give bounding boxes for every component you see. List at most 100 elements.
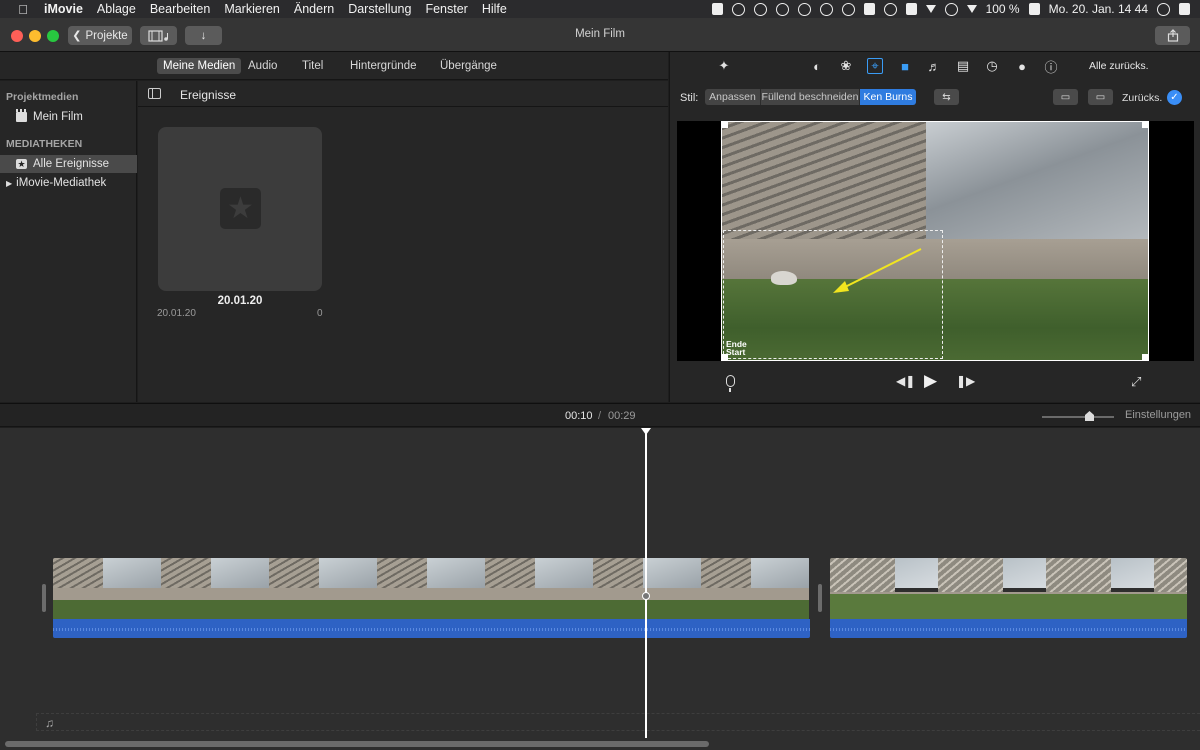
notification-center-icon[interactable] <box>1179 3 1190 15</box>
info-icon[interactable]: ⓘ <box>1043 58 1059 75</box>
play-icon[interactable]: ▶ <box>924 371 937 391</box>
music-note-icon: ♫ <box>45 716 54 730</box>
color-balance-icon[interactable]: ◐ <box>809 58 825 74</box>
timeline-zoom-slider[interactable] <box>1042 416 1114 418</box>
clip-frame <box>377 558 485 619</box>
style-crop-to-fill-button[interactable]: Füllend beschneiden <box>761 89 860 105</box>
zoom-slider-knob[interactable] <box>1085 411 1094 421</box>
time-machine-icon[interactable] <box>883 2 897 16</box>
tab-uebergaenge[interactable]: Übergänge <box>434 58 503 74</box>
end-frame-button[interactable]: ▭ <box>1088 89 1113 105</box>
magic-wand-icon[interactable]: ✦ <box>716 58 732 74</box>
sidebar-item-imovie-library[interactable]: ▶ iMovie-Mediathek <box>0 174 137 192</box>
clip-trim-handle-between[interactable] <box>818 584 822 612</box>
tab-audio[interactable]: Audio <box>242 58 283 74</box>
spotlight-icon[interactable] <box>1157 2 1170 16</box>
tab-meine-medien[interactable]: Meine Medien <box>157 58 242 74</box>
clip-frame <box>269 558 377 619</box>
video-clip-1[interactable] <box>53 558 810 638</box>
tab-titel[interactable]: Titel <box>296 58 329 74</box>
skip-back-icon[interactable]: ◀❚ <box>896 374 915 388</box>
clip-audio-waveform[interactable] <box>830 619 1187 638</box>
timeline-header: 00:10 / 00:29 Einstellungen <box>0 403 1200 427</box>
grid-status-icon[interactable] <box>711 3 723 15</box>
cloud-status-icon[interactable] <box>775 2 789 16</box>
wifi-icon[interactable] <box>966 5 977 13</box>
apple-menu-icon[interactable]:  <box>8 2 38 17</box>
total-duration: 00:29 <box>608 410 636 422</box>
clip-frame <box>830 558 938 619</box>
fullscreen-expand-icon[interactable]: ⤢ <box>1131 374 1141 390</box>
style-fit-button[interactable]: Anpassen <box>705 89 761 105</box>
menu-darstellung[interactable]: Darstellung <box>341 2 418 16</box>
microphone-icon[interactable] <box>726 375 735 392</box>
arch-status-icon[interactable] <box>841 2 855 16</box>
reset-button[interactable]: Zurücks. <box>1122 92 1162 104</box>
event-thumbnail[interactable]: ★ <box>158 127 322 291</box>
menu-hilfe[interactable]: Hilfe <box>475 2 514 16</box>
volume-icon[interactable]: ♬ <box>926 58 942 74</box>
airplay-icon[interactable] <box>905 3 917 15</box>
sidebar-item-all-events[interactable]: ★ Alle Ereignisse <box>0 155 137 173</box>
events-title: Ereignisse <box>180 88 237 102</box>
start-label: Start <box>726 347 746 357</box>
clip-frame <box>1046 558 1154 619</box>
sidebar-toggle-icon[interactable] <box>148 88 161 99</box>
frame-start-icon: ▭ <box>1060 91 1071 103</box>
menubar-clock[interactable]: Mo. 20. Jan. 14 44 <box>1049 2 1148 16</box>
bluetooth-icon[interactable] <box>944 2 958 16</box>
sidebar-item-mein-film[interactable]: Mein Film <box>0 108 137 126</box>
disclosure-triangle-icon[interactable]: ▶ <box>6 179 12 188</box>
video-preview[interactable]: Ende Start <box>677 121 1194 361</box>
shield-status-icon[interactable] <box>863 3 875 15</box>
menu-markieren[interactable]: Markieren <box>217 2 287 16</box>
crop-handle-top-left[interactable] <box>721 121 728 128</box>
color-correction-icon[interactable]: ❀ <box>838 58 854 74</box>
clip-trim-handle-left[interactable] <box>42 584 46 612</box>
stabilization-camera-icon[interactable]: ■ <box>897 58 913 74</box>
star-icon: ★ <box>220 188 261 229</box>
filter-icon[interactable]: ● <box>1014 58 1030 74</box>
clip-frame <box>701 558 809 619</box>
equalizer-icon[interactable]: ▤ <box>955 58 971 74</box>
timecode-separator: / <box>598 410 602 422</box>
menu-bearbeiten[interactable]: Bearbeiten <box>143 2 217 16</box>
current-timecode: 00:10 <box>565 410 593 422</box>
timeline-horizontal-scrollbar[interactable] <box>5 741 709 747</box>
apply-checkmark-icon[interactable]: ✓ <box>1167 90 1182 105</box>
menu-fenster[interactable]: Fenster <box>418 2 474 16</box>
checkmark-status-icon[interactable] <box>819 2 833 16</box>
speed-icon[interactable]: ◷ <box>984 58 1000 74</box>
menu-app-name[interactable]: iMovie <box>38 2 90 16</box>
event-date: 20.01.20 <box>157 308 196 319</box>
battery-icon[interactable] <box>1028 3 1040 15</box>
ken-burns-end-rect[interactable] <box>721 121 1149 361</box>
volume-icon[interactable] <box>925 5 936 13</box>
reset-all-button[interactable]: Alle zurücks. <box>1089 60 1149 72</box>
video-clip-2[interactable] <box>830 558 1187 638</box>
background-music-lane[interactable] <box>36 713 1200 731</box>
swap-start-end-button[interactable]: ⇆ <box>934 89 959 105</box>
clip-filmstrip <box>53 558 810 619</box>
crop-icon[interactable]: ⌖ <box>867 58 883 74</box>
timeline-settings-button[interactable]: Einstellungen <box>1125 409 1191 421</box>
crop-handle-bottom-right[interactable] <box>1142 354 1149 361</box>
minus-status-icon[interactable] <box>753 2 767 16</box>
menu-aendern[interactable]: Ändern <box>287 2 341 16</box>
music-status-icon[interactable] <box>731 2 745 16</box>
share-button[interactable] <box>1155 26 1190 45</box>
cube-status-icon[interactable] <box>797 2 811 16</box>
skip-forward-icon[interactable]: ❚▶ <box>956 374 975 388</box>
menu-ablage[interactable]: Ablage <box>90 2 143 16</box>
tab-hintergruende[interactable]: Hintergründe <box>344 58 422 74</box>
crop-handle-top-right[interactable] <box>1142 121 1149 128</box>
clip-audio-waveform[interactable] <box>53 619 810 638</box>
style-ken-burns-button[interactable]: Ken Burns <box>860 89 916 105</box>
browser-tab-bar: Meine Medien Audio Titel Hintergründe Üb… <box>0 52 668 80</box>
share-icon <box>1167 29 1178 42</box>
events-grid: ★ 20.01.20 20.01.20 0 <box>138 107 668 402</box>
playhead-skimmer-knob[interactable] <box>642 592 650 600</box>
start-frame-button[interactable]: ▭ <box>1053 89 1078 105</box>
playhead[interactable] <box>645 430 647 738</box>
clip-frame <box>485 558 593 619</box>
